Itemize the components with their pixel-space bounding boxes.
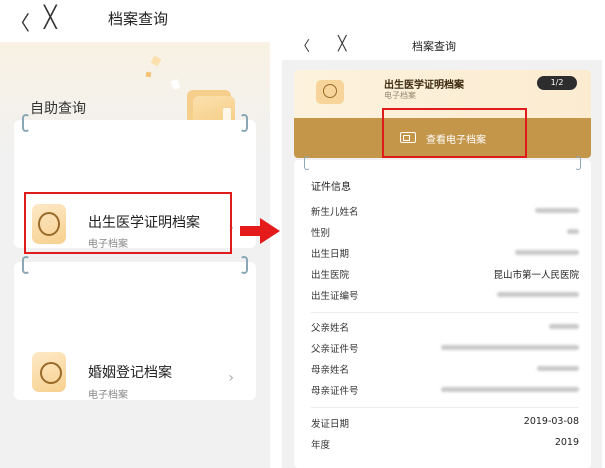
top-nav-bar: 〈 ╳ 档案查询: [0, 0, 270, 36]
field-label: 母亲证件号: [311, 386, 359, 397]
redacted-value: [537, 366, 579, 371]
redacted-value: [567, 229, 579, 234]
rings-icon: [32, 352, 66, 392]
info-row: 新生儿姓名: [311, 204, 579, 218]
archive-query-home: 〈 ╳ 档案查询 自助查询 出生医学证明档案 电子档案 › 婚姻登记档案 电子档…: [0, 0, 270, 468]
redacted-value: [497, 292, 579, 297]
archive-detail-screen: 〈 ╳ 档案查询 出生医学证明档案 电子档案 1/2 查看电子档案 证件信息 新…: [282, 30, 602, 468]
field-value: 昆山市第一人民医院: [493, 270, 579, 281]
section-title: 证件信息: [311, 182, 351, 193]
field-label: 出生医院: [311, 270, 350, 281]
red-arrow-icon: [240, 218, 280, 244]
field-value: 2019-03-08: [523, 416, 579, 427]
page-title: 档案查询: [108, 10, 169, 28]
redacted-value: [441, 387, 579, 392]
field-label: 父亲姓名: [311, 323, 350, 334]
content-background: 自助查询: [0, 42, 270, 468]
highlight-box: [382, 108, 527, 158]
chevron-right-icon: ›: [228, 370, 234, 386]
field-label: 出生证编号: [311, 291, 359, 302]
info-row: 出生日期: [311, 246, 579, 260]
binder-ring-icon: [22, 256, 30, 274]
highlight-box: [24, 192, 232, 254]
field-label: 出生日期: [311, 249, 350, 260]
field-label: 性别: [311, 228, 331, 239]
divider: [311, 312, 579, 313]
info-row: 年度 2019: [311, 437, 579, 451]
top-nav-bar: 〈 ╳ 档案查询: [282, 30, 602, 60]
info-row: 性别: [311, 225, 579, 239]
redacted-value: [549, 324, 579, 329]
info-row: 父亲姓名: [311, 320, 579, 334]
field-label: 父亲证件号: [311, 344, 359, 355]
field-label: 年度: [311, 440, 331, 451]
info-row: 母亲证件号: [311, 383, 579, 397]
baby-face-icon: [316, 80, 344, 104]
composite-screenshot: 〈 ╳ 档案查询 自助查询 出生医学证明档案 电子档案 › 婚姻登记档案 电子档…: [0, 0, 605, 468]
archive-name: 婚姻登记档案: [88, 365, 172, 381]
self-service-heading: 自助查询: [30, 101, 86, 117]
field-value: 2019: [554, 437, 579, 448]
binder-ring-icon: [22, 114, 30, 132]
divider: [311, 407, 579, 408]
decor-sparkle: [145, 71, 152, 78]
field-label: 发证日期: [311, 419, 350, 430]
binder-ring-icon: [240, 256, 248, 274]
page-indicator: 1/2: [537, 76, 577, 90]
certificate-info-card: 证件信息 新生儿姓名 性别 出生日期 出生医院 昆山市第一人民医院 出生证编号: [294, 156, 591, 468]
page-title: 档案查询: [412, 40, 456, 53]
info-row: 父亲证件号: [311, 341, 579, 355]
info-row: 发证日期 2019-03-08: [311, 416, 579, 430]
archive-name: 出生医学证明档案: [384, 80, 464, 91]
binder-ring-icon: [304, 156, 310, 170]
binder-ring-icon: [240, 114, 248, 132]
close-icon[interactable]: ╳: [44, 5, 57, 29]
binder-ring-icon: [575, 156, 581, 170]
info-row: 出生医院 昆山市第一人民医院: [311, 267, 579, 281]
redacted-value: [441, 345, 579, 350]
archive-card-marriage: 婚姻登记档案 电子档案 ›: [14, 256, 256, 401]
field-label: 新生儿姓名: [311, 207, 359, 218]
field-label: 母亲姓名: [311, 365, 350, 376]
archive-type: 电子档案: [384, 91, 416, 100]
info-row: 母亲姓名: [311, 362, 579, 376]
info-row: 出生证编号: [311, 288, 579, 302]
archive-type: 电子档案: [88, 390, 128, 401]
redacted-value: [535, 208, 579, 213]
redacted-value: [515, 250, 579, 255]
back-icon[interactable]: 〈: [10, 7, 30, 36]
back-icon[interactable]: 〈: [296, 36, 310, 56]
close-icon[interactable]: ╳: [338, 36, 346, 52]
